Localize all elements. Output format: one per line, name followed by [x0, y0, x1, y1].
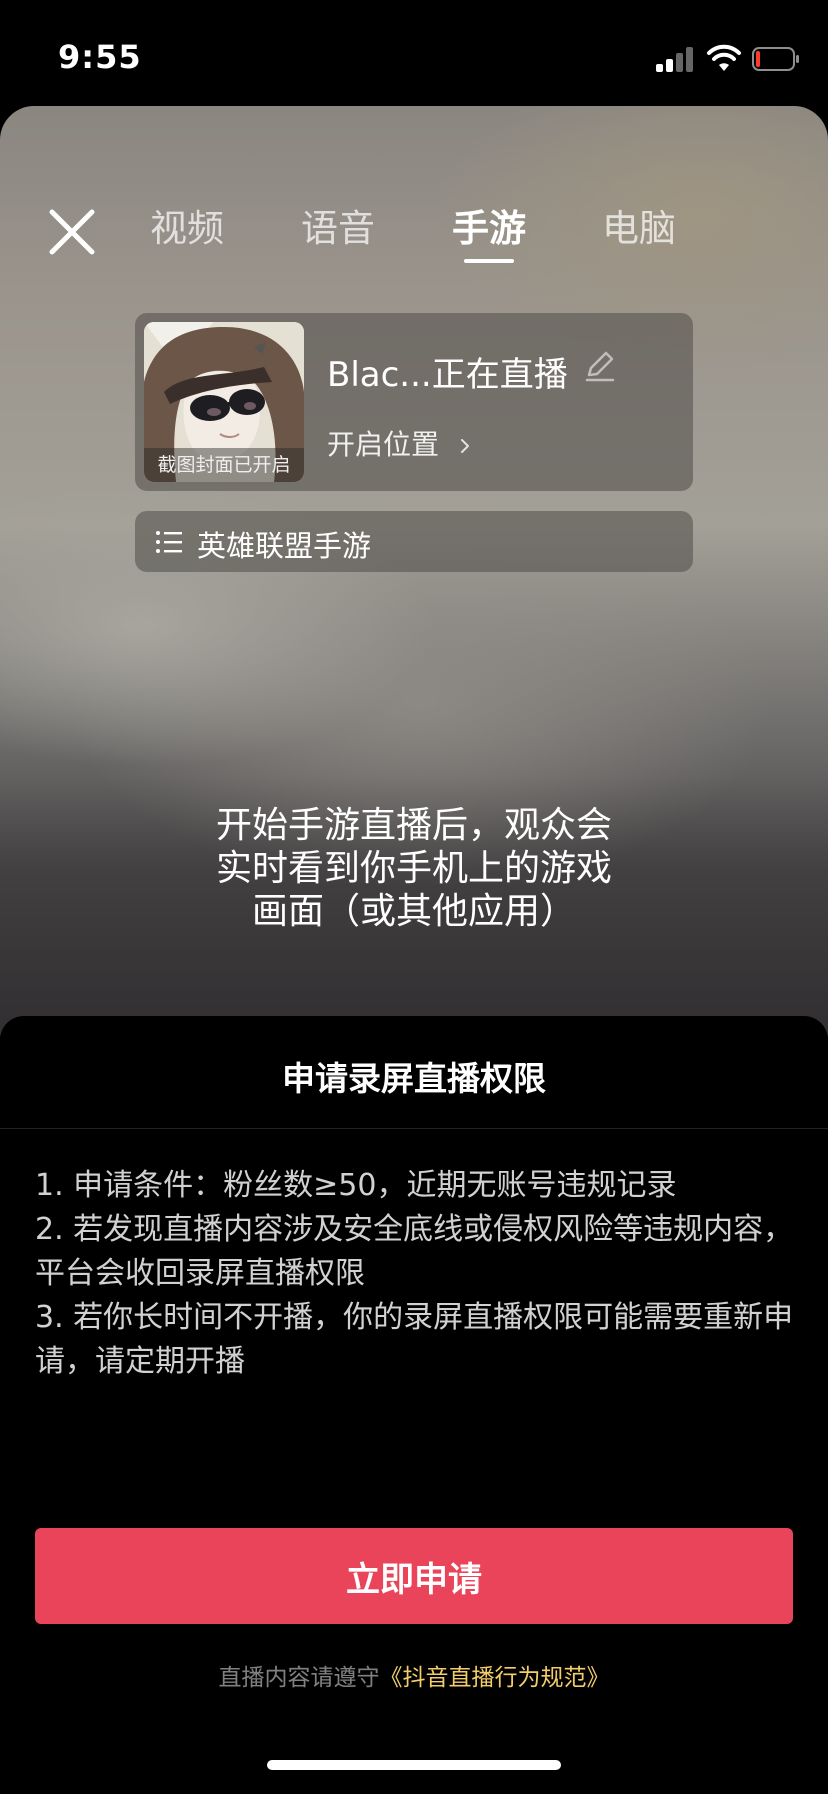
- live-title[interactable]: Blac...正在直播: [327, 347, 568, 396]
- camera-preview: 视频 语音 手游 电脑 截图封面已开启 Blac...正在直播 开启位置 英雄联…: [0, 106, 828, 1036]
- live-info-card: 截图封面已开启 Blac...正在直播 开启位置: [135, 313, 693, 491]
- tab-mobile-game[interactable]: 手游: [452, 198, 526, 252]
- list-icon: [156, 531, 182, 553]
- chevron-right-icon: [460, 439, 469, 453]
- pencil-icon[interactable]: [583, 349, 617, 383]
- signal-icon: [656, 46, 696, 72]
- game-label: 英雄联盟手游: [197, 529, 372, 563]
- mobile-game-description: 开始手游直播后，观众会实时看到你手机上的游戏画面（或其他应用）: [215, 805, 612, 932]
- sheet-title: 申请录屏直播权限: [282, 1059, 546, 1098]
- divider: [0, 1128, 828, 1129]
- cover-image[interactable]: 截图封面已开启: [144, 322, 304, 482]
- home-indicator[interactable]: [267, 1760, 561, 1770]
- tab-video[interactable]: 视频: [150, 198, 224, 252]
- wifi-icon: [707, 44, 741, 71]
- status-time: 9:55: [58, 38, 142, 76]
- apply-now-button[interactable]: 立即申请: [35, 1528, 793, 1624]
- location-label: 开启位置: [327, 428, 440, 461]
- permission-sheet: 申请录屏直播权限 1. 申请条件：粉丝数≥50，近期无账号违规记录 2. 若发现…: [0, 1016, 828, 1794]
- tab-computer[interactable]: 电脑: [602, 198, 676, 252]
- footer-prefix: 直播内容请遵守: [218, 1665, 380, 1691]
- rule-item: 2. 若发现直播内容涉及安全底线或侵权风险等违规内容，平台会收回录屏直播权限: [35, 1212, 794, 1291]
- rule-item: 1. 申请条件：粉丝数≥50，近期无账号违规记录: [35, 1168, 677, 1203]
- status-bar: 9:55: [0, 0, 828, 105]
- rules-list: 1. 申请条件：粉丝数≥50，近期无账号违规记录 2. 若发现直播内容涉及安全底…: [35, 1164, 795, 1384]
- live-rules-link[interactable]: 《抖音直播行为规范》: [380, 1665, 610, 1691]
- tab-active-indicator: [464, 259, 514, 263]
- battery-icon: [752, 47, 799, 71]
- live-type-tabs: 视频 语音 手游 电脑: [0, 198, 828, 278]
- game-select[interactable]: 英雄联盟手游: [135, 511, 693, 572]
- tab-voice[interactable]: 语音: [301, 198, 375, 252]
- cover-caption: 截图封面已开启: [144, 448, 304, 482]
- location-toggle[interactable]: 开启位置: [327, 423, 472, 463]
- footer-note: 直播内容请遵守《抖音直播行为规范》: [0, 1658, 828, 1692]
- rule-item: 3. 若你长时间不开播，你的录屏直播权限可能需要重新申请，请定期开播: [35, 1300, 794, 1379]
- screen: 9:55 视频 语音 手游 电脑 截图封面已开启 Blac...正在直播 开启位…: [0, 0, 828, 1794]
